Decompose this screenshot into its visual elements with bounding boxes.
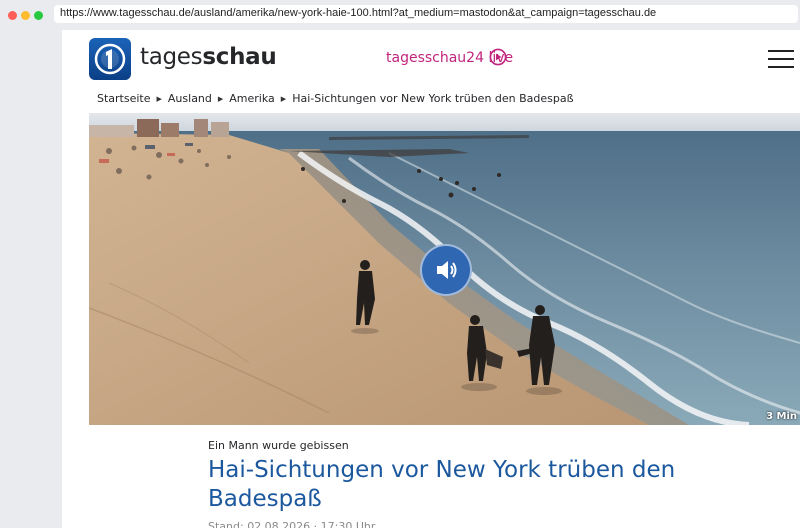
- page-content: tagesschau tagesschau24 live Startseite ▶…: [62, 30, 800, 528]
- breadcrumb-home[interactable]: Startseite: [97, 92, 151, 105]
- breadcrumb-arrow-icon: ▶: [217, 95, 224, 103]
- article-dateline: Stand: 02.08.2026 · 17:30 Uhr: [208, 520, 376, 528]
- maximize-window-button[interactable]: [34, 11, 43, 20]
- breadcrumb-arrow-icon: ▶: [280, 95, 287, 103]
- breadcrumb-current: Hai-Sichtungen vor New York trüben den B…: [292, 92, 574, 105]
- hamburger-menu-icon[interactable]: [768, 50, 794, 68]
- tagesschau-logo[interactable]: [89, 38, 131, 80]
- brand-bold: schau: [202, 44, 277, 70]
- video-duration: 3 Min: [766, 411, 797, 422]
- breadcrumb-amerika[interactable]: Amerika: [229, 92, 275, 105]
- brand-name[interactable]: tagesschau: [140, 44, 277, 70]
- address-bar[interactable]: https://www.tagesschau.de/ausland/amerik…: [54, 5, 798, 23]
- unmute-button[interactable]: [420, 244, 472, 296]
- play-circle-icon[interactable]: [489, 48, 507, 66]
- breadcrumb-arrow-icon: ▶: [156, 95, 162, 103]
- minimize-window-button[interactable]: [21, 11, 30, 20]
- speaker-icon: [437, 261, 457, 279]
- breadcrumb: Startseite ▶ Ausland ▶ Amerika ▶ Hai-Sichtunge…: [97, 92, 574, 105]
- close-window-button[interactable]: [8, 11, 17, 20]
- video-player[interactable]: 3 Min: [89, 113, 800, 425]
- ard-one-icon: [94, 43, 126, 75]
- article-headline: Hai-Sichtungen vor New York trüben den B…: [208, 457, 676, 512]
- browser-chrome: https://www.tagesschau.de/ausland/amerik…: [0, 0, 800, 30]
- article-kicker: Ein Mann wurde gebissen: [208, 439, 349, 452]
- brand-prefix: tages: [140, 44, 203, 70]
- breadcrumb-ausland[interactable]: Ausland: [168, 92, 212, 105]
